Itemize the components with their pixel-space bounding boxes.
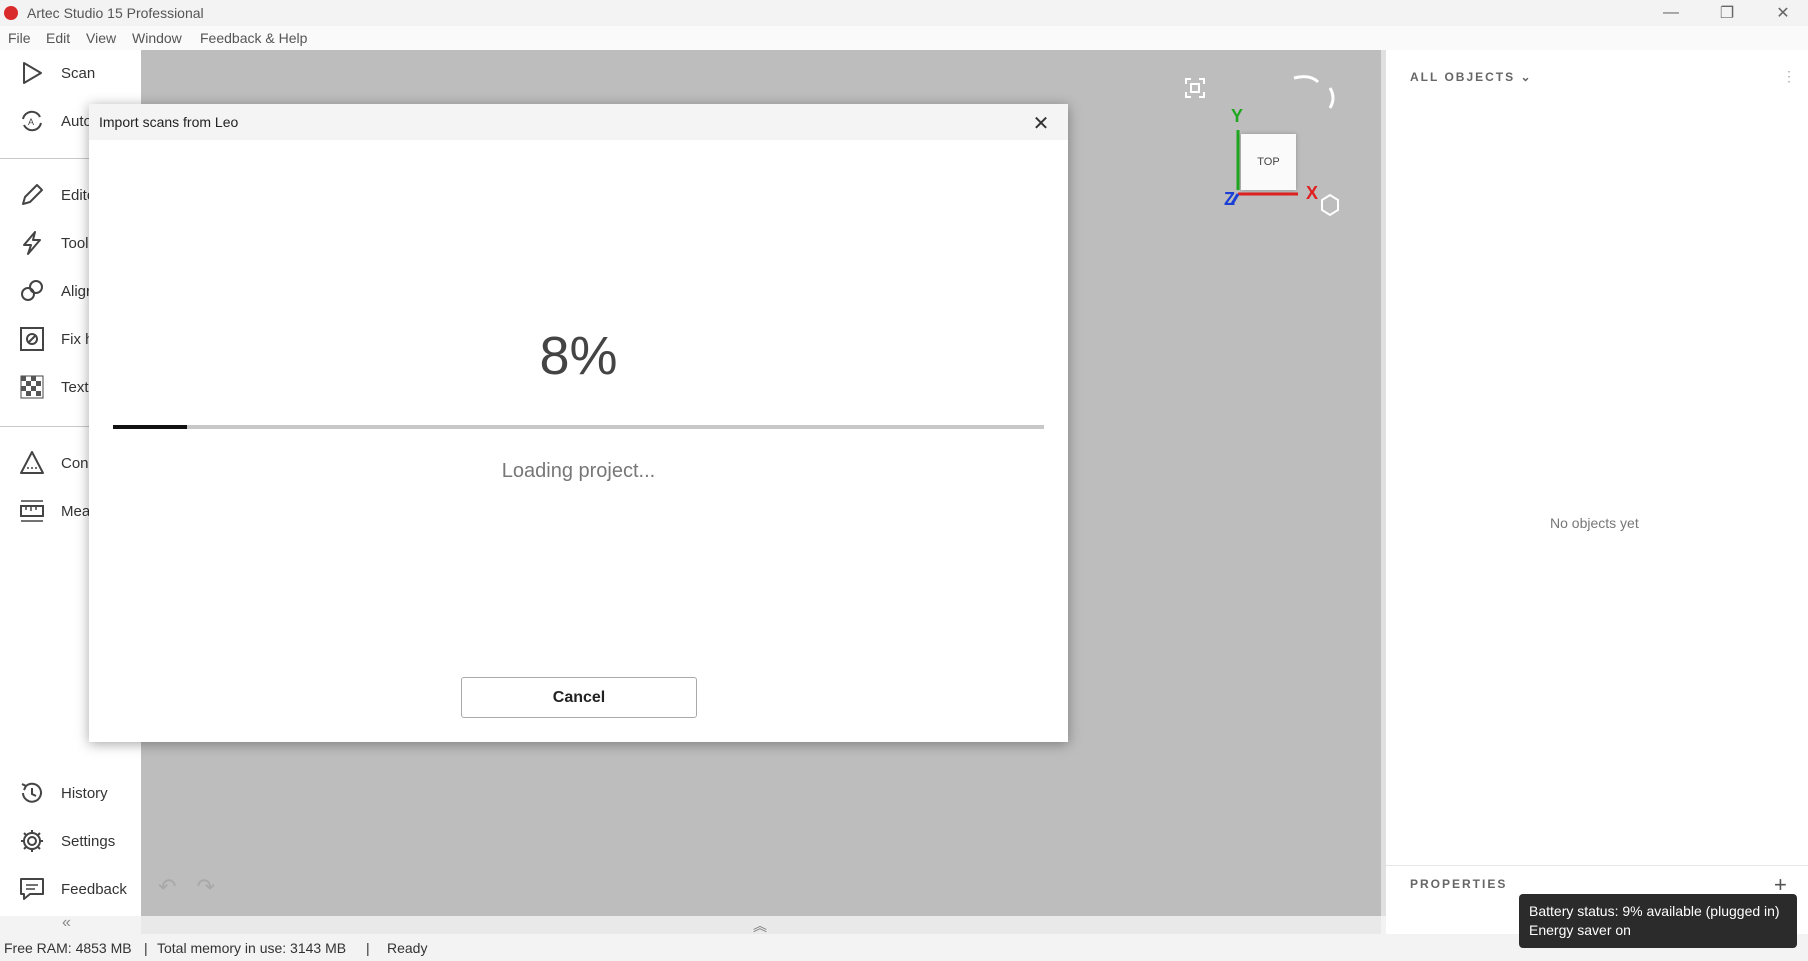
sidebar-item-label: Settings (61, 832, 116, 850)
close-icon: ✕ (1776, 5, 1790, 22)
view-cube[interactable]: TOP (1241, 134, 1296, 190)
minimize-button[interactable]: — (1643, 0, 1699, 26)
progress-percent: 8% (539, 326, 618, 386)
undo-redo-group: ↶ ↷ (158, 874, 215, 900)
sidebar-item-scan[interactable]: Scan (18, 58, 95, 88)
battery-tooltip: Battery status: 9% available (plugged in… (1519, 894, 1797, 948)
menu-file[interactable]: File (8, 30, 31, 46)
import-dialog: Import scans from Leo ✕ 8% Loading proje… (89, 104, 1068, 742)
restore-button[interactable]: ❐ (1699, 0, 1755, 26)
objects-panel: ALL OBJECTS ⌄ ⋮ No objects yet PROPERTIE… (1386, 50, 1808, 934)
menu-feedback-help[interactable]: Feedback & Help (200, 30, 307, 46)
dialog-titlebar: Import scans from Leo ✕ (89, 104, 1068, 140)
svg-text:A: A (28, 117, 34, 127)
sidebar-item-label: Text (61, 378, 89, 396)
app-logo-icon (4, 6, 18, 20)
sidebar-item-label: Feedback (61, 880, 127, 898)
close-icon: ✕ (1032, 112, 1050, 135)
free-ram-text: Free RAM: 4853 MB (4, 940, 132, 956)
sidebar-item-autopilot[interactable]: A Auto (18, 106, 92, 136)
all-objects-label: ALL OBJECTS (1410, 70, 1516, 84)
dialog-close-button[interactable]: ✕ (1029, 111, 1053, 135)
all-objects-dropdown[interactable]: ALL OBJECTS ⌄ (1410, 70, 1533, 84)
fit-view-icon[interactable] (1183, 76, 1207, 100)
sidebar-item-texture[interactable]: Text (18, 372, 89, 402)
sidebar-item-tools[interactable]: Tool (18, 228, 89, 258)
align-icon (21, 280, 43, 301)
progress-status-text: Loading project... (501, 460, 656, 482)
lightning-icon (23, 231, 41, 255)
sidebar-item-fix-holes[interactable]: Fix h (18, 324, 94, 354)
menu-edit[interactable]: Edit (46, 30, 70, 46)
rotate-left-icon[interactable] (1293, 75, 1320, 84)
redo-icon[interactable]: ↷ (197, 874, 215, 899)
status-state-text: Ready (387, 940, 428, 956)
sidebar-item-history[interactable]: History (18, 778, 108, 808)
status-separator: | (366, 940, 370, 956)
axis-x-label: X (1306, 183, 1319, 203)
sidebar-item-label: Aligr (61, 282, 92, 300)
ruler-icon (20, 500, 44, 522)
title-bar: Artec Studio 15 Professional — ❐ ✕ (0, 0, 1808, 26)
chat-icon (20, 878, 44, 900)
fix-holes-icon (20, 327, 44, 351)
sidebar-item-label: Scan (61, 64, 96, 82)
restore-icon: ❐ (1719, 5, 1735, 22)
sidebar-item-construct[interactable]: Cons (18, 448, 96, 478)
battery-status-text: Battery status: 9% available (plugged in… (1529, 903, 1780, 919)
view-cube-label: TOP (1257, 156, 1280, 168)
rotate-right-icon[interactable] (1328, 87, 1335, 109)
more-options-icon[interactable]: ⋮ (1782, 68, 1796, 85)
minimize-icon: — (1663, 4, 1679, 21)
scan-icon (23, 62, 42, 84)
undo-icon[interactable]: ↶ (158, 874, 176, 899)
progress-fill (113, 425, 188, 429)
total-memory-text: Total memory in use: 3143 MB (157, 940, 347, 956)
autopilot-icon: A (22, 110, 42, 132)
sidebar-item-align[interactable]: Aligr (18, 276, 91, 306)
axis-y-label: Y (1231, 106, 1244, 126)
status-separator: | (144, 940, 148, 956)
collapse-sidebar-button[interactable]: « (62, 914, 71, 932)
history-icon (21, 782, 42, 803)
close-window-button[interactable]: ✕ (1755, 0, 1808, 26)
cube-view-icon[interactable] (1321, 193, 1339, 217)
sidebar-item-feedback[interactable]: Feedback (18, 874, 127, 904)
chevron-down-icon: ⌄ (1520, 70, 1533, 84)
sidebar-item-label: Tool (61, 234, 89, 252)
axis-z-label: Z (1224, 189, 1235, 209)
expand-panel-button[interactable]: ︽ (753, 916, 767, 936)
sidebar-item-label: Auto (61, 112, 92, 130)
dialog-title: Import scans from Leo (99, 114, 239, 130)
menu-bar: File Edit View Window Feedback & Help (0, 26, 1808, 50)
sidebar-item-settings[interactable]: Settings (18, 826, 115, 856)
sidebar-item-editor[interactable]: Edito (18, 180, 95, 210)
empty-objects-text: No objects yet (1550, 515, 1639, 531)
gear-icon (21, 830, 43, 852)
progress-bar (113, 425, 1044, 429)
pencil-icon (22, 184, 43, 205)
energy-saver-text: Energy saver on (1529, 922, 1631, 938)
app-title: Artec Studio 15 Professional (27, 5, 204, 21)
cancel-button[interactable]: Cancel (461, 677, 697, 718)
sidebar-item-label: History (61, 784, 108, 802)
sidebar-item-label: Mea (61, 502, 91, 520)
menu-view[interactable]: View (86, 30, 116, 46)
construct-icon (20, 451, 44, 474)
texture-icon (20, 375, 44, 399)
menu-window[interactable]: Window (132, 30, 182, 46)
properties-label: PROPERTIES (1410, 877, 1508, 891)
sidebar-item-measures[interactable]: Mea (18, 496, 90, 526)
